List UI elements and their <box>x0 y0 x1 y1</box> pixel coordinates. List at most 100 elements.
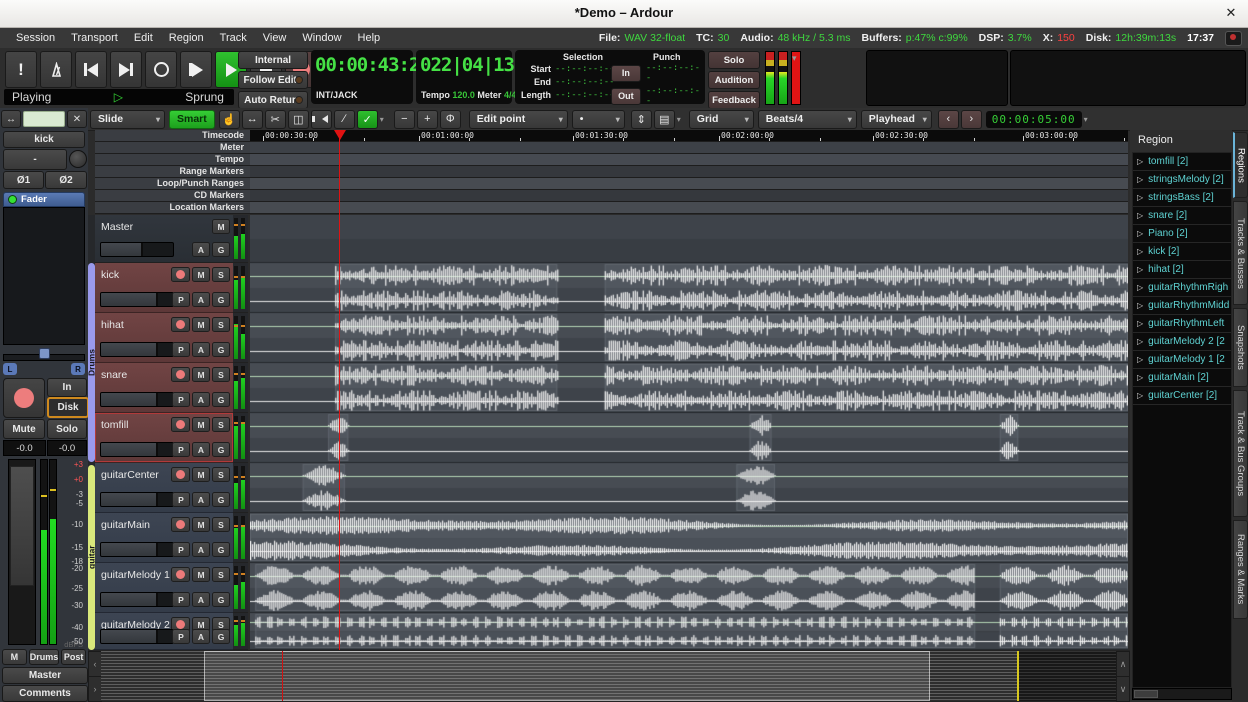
track-header-guitarmain[interactable]: guitarMainMSPAG <box>95 513 233 563</box>
expand-triangle-icon[interactable]: ▷ <box>1137 211 1143 220</box>
track-a-button[interactable]: A <box>192 292 210 307</box>
track-g-button[interactable]: G <box>212 542 230 557</box>
expand-triangle-icon[interactable]: ▷ <box>1137 229 1143 238</box>
strip-tab-drums[interactable]: Drums <box>29 649 60 665</box>
track-waveform-canvas[interactable] <box>250 215 1128 650</box>
zoom-focus-dropdown[interactable]: Playhead▾ <box>861 110 932 129</box>
chevron-down-icon[interactable]: ▾ <box>378 115 386 124</box>
comments-button[interactable]: Comments <box>2 685 88 702</box>
track-g-button[interactable]: G <box>212 442 230 457</box>
stretch-mode-button[interactable]: ◫ <box>288 110 309 129</box>
region-list-item[interactable]: ▷guitarMelody 1 [2 <box>1133 351 1231 369</box>
strip-track-name-button[interactable]: kick <box>3 131 85 148</box>
summary-scroll-up-button[interactable]: ∧ <box>1116 651 1130 677</box>
loop-button[interactable] <box>145 51 177 88</box>
zoom-out-button[interactable]: − <box>394 110 415 129</box>
goto-start-button[interactable] <box>75 51 107 88</box>
track-header-guitarcenter[interactable]: guitarCenterMSPAG <box>95 463 233 513</box>
track-fader[interactable] <box>100 542 174 557</box>
punch-in-button[interactable]: In <box>611 65 641 82</box>
region-list-item[interactable]: ▷guitarMelody 2 [2 <box>1133 333 1231 351</box>
strip-close-icon[interactable]: ✕ <box>67 110 87 128</box>
strip-mute-button[interactable]: Mute <box>3 419 45 439</box>
track-p-button[interactable]: P <box>172 292 190 307</box>
track-p-button[interactable]: P <box>172 629 190 644</box>
expand-triangle-icon[interactable]: ▷ <box>1137 355 1143 364</box>
menu-edit[interactable]: Edit <box>126 28 161 48</box>
track-p-button[interactable]: P <box>172 442 190 457</box>
strip-solo-button[interactable]: Solo <box>47 419 87 439</box>
expand-triangle-icon[interactable]: ▷ <box>1137 283 1143 292</box>
peak-display[interactable]: -0.0 <box>47 440 87 456</box>
group-strip-drums[interactable]: Drums <box>88 263 95 462</box>
menu-transport[interactable]: Transport <box>63 28 126 48</box>
primary-clock[interactable]: 00:00:43:25 <box>311 50 413 76</box>
region-list-item[interactable]: ▷snare [2] <box>1133 207 1231 225</box>
zoom-in-button[interactable]: + <box>417 110 438 129</box>
track-fader[interactable] <box>100 592 174 607</box>
metronome-button[interactable] <box>40 51 72 88</box>
phase-invert-1-button[interactable]: Ø1 <box>3 171 44 189</box>
track-s-button[interactable]: S <box>212 317 230 332</box>
ruler-lane-meter[interactable] <box>250 142 1128 153</box>
track-a-button[interactable]: A <box>192 242 210 257</box>
track-p-button[interactable]: P <box>172 592 190 607</box>
track-s-button[interactable]: S <box>212 567 230 582</box>
track-fader[interactable] <box>100 392 174 407</box>
track-layers-button[interactable]: ▤ <box>654 110 675 129</box>
track-m-button[interactable]: M <box>192 567 210 582</box>
track-record-button[interactable] <box>171 267 190 282</box>
processor-active-led[interactable] <box>8 195 17 204</box>
region-list-scrollbar[interactable] <box>1132 688 1232 700</box>
summary-scroll-down-button[interactable]: ∨ <box>1116 676 1130 702</box>
mouse-option-dropdown[interactable]: •▾ <box>572 110 625 129</box>
menu-region[interactable]: Region <box>161 28 212 48</box>
track-s-button[interactable]: S <box>212 267 230 282</box>
zoom-fit-button[interactable]: Φ <box>440 110 461 129</box>
track-g-button[interactable]: G <box>212 492 230 507</box>
region-list-item[interactable]: ▷tomfill [2] <box>1133 153 1231 171</box>
expand-triangle-icon[interactable]: ▷ <box>1137 337 1143 346</box>
region-list-item[interactable]: ▷guitarRhythmMidd <box>1133 297 1231 315</box>
expand-triangle-icon[interactable]: ▷ <box>1137 175 1143 184</box>
audition-mode-button[interactable] <box>311 110 332 129</box>
side-tab-track-bus-groups[interactable]: Track & Bus Groups <box>1233 390 1248 517</box>
menu-help[interactable]: Help <box>350 28 389 48</box>
track-fader[interactable] <box>100 242 174 257</box>
expand-triangle-icon[interactable]: ▷ <box>1137 193 1143 202</box>
internal-toggle[interactable]: Internal <box>238 51 308 69</box>
play-selection-button[interactable] <box>180 51 212 88</box>
trim-knob[interactable] <box>69 150 87 168</box>
pan-handle[interactable] <box>39 348 50 359</box>
secondary-clock[interactable]: 022|04|1341 <box>416 50 512 76</box>
track-p-button[interactable]: P <box>172 542 190 557</box>
ruler-lane-range-markers[interactable] <box>250 166 1128 177</box>
track-a-button[interactable]: A <box>192 492 210 507</box>
expand-triangle-icon[interactable]: ▷ <box>1137 373 1143 382</box>
track-header-guitarmelody-1[interactable]: guitarMelody 1MSPAG <box>95 563 233 613</box>
region-list-item[interactable]: ▷hihat [2] <box>1133 261 1231 279</box>
track-m-button[interactable]: M <box>212 219 230 234</box>
track-g-button[interactable]: G <box>212 592 230 607</box>
internal-edit-mode-button[interactable]: ✓ <box>357 110 378 129</box>
track-g-button[interactable]: G <box>212 242 230 257</box>
chevron-down-icon[interactable]: ▾ <box>675 115 683 124</box>
track-m-button[interactable]: M <box>192 517 210 532</box>
chevron-down-icon[interactable]: ▾ <box>792 53 797 64</box>
cut-mode-button[interactable]: ✂ <box>265 110 286 129</box>
track-p-button[interactable]: P <box>172 392 190 407</box>
edit-mode-dropdown[interactable]: Slide▾ <box>90 110 165 129</box>
region-list-item[interactable]: ▷guitarRhythmRigh <box>1133 279 1231 297</box>
track-record-button[interactable] <box>171 517 190 532</box>
track-m-button[interactable]: M <box>192 467 210 482</box>
expand-triangle-icon[interactable]: ▷ <box>1137 265 1143 274</box>
secondary-clock-panel[interactable]: 022|04|1341 Tempo 120.0 Meter 4/4 <box>416 50 512 104</box>
track-header-guitarmelody-2[interactable]: guitarMelody 2MSPAG <box>95 613 233 650</box>
track-header-hihat[interactable]: hihatMSPAG <box>95 313 233 363</box>
track-record-button[interactable] <box>171 367 190 382</box>
track-a-button[interactable]: A <box>192 592 210 607</box>
expand-triangle-icon[interactable]: ▷ <box>1137 301 1143 310</box>
region-list-item[interactable]: ▷stringsBass [2] <box>1133 189 1231 207</box>
track-m-button[interactable]: M <box>192 267 210 282</box>
edit-point-dropdown[interactable]: Edit point▾ <box>469 110 568 129</box>
